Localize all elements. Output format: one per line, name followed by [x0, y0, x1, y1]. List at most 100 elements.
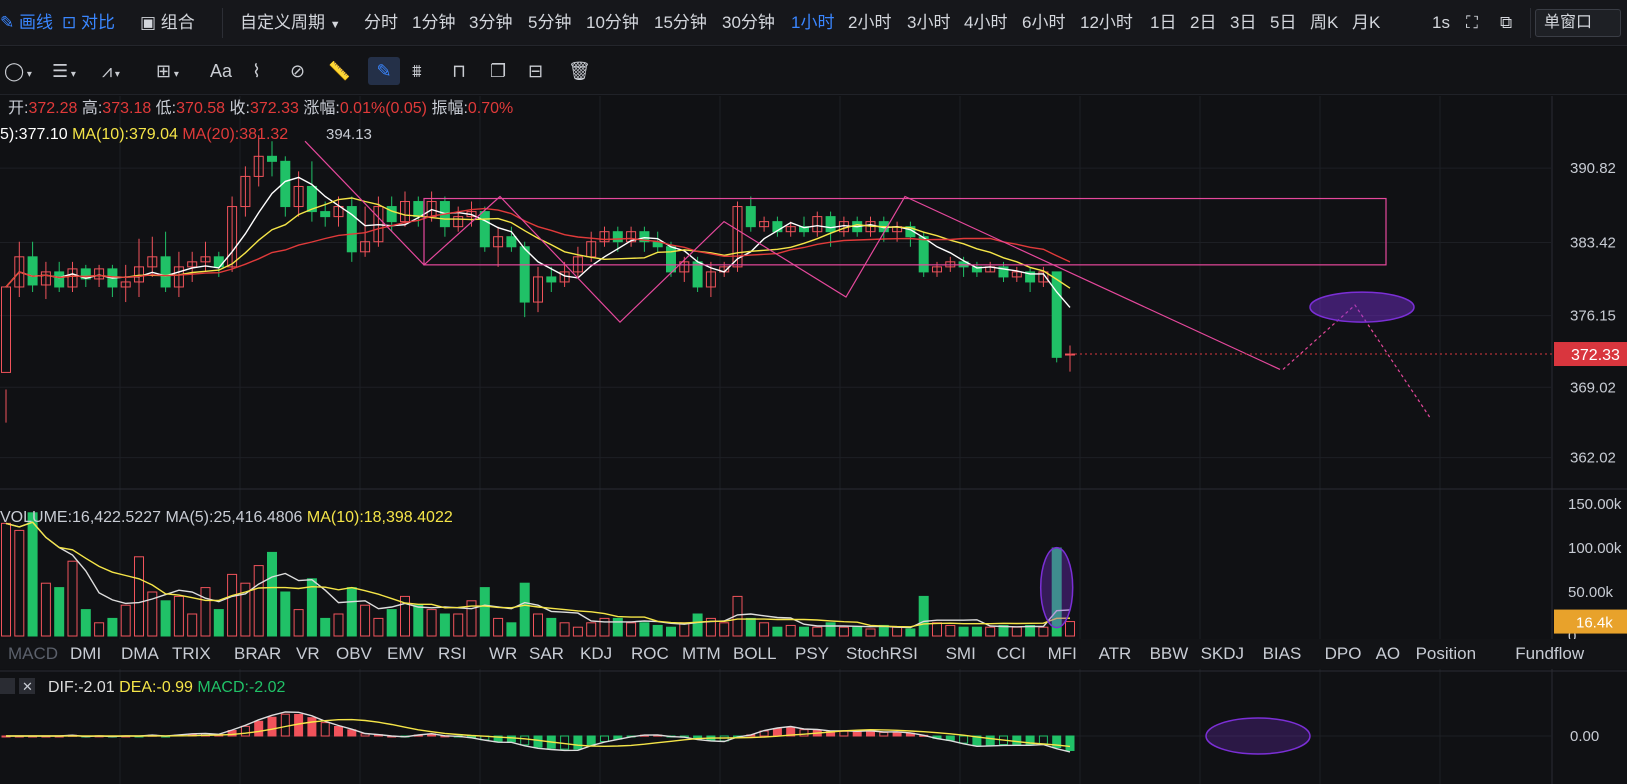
indicator-tab-skdj[interactable]: SKDJ: [1201, 644, 1244, 663]
candle-body: [506, 236, 517, 248]
text-tool-icon[interactable]: Aa: [210, 57, 232, 85]
lock-tool-icon[interactable]: ⊓: [452, 57, 466, 85]
window-mode-select[interactable]: 单窗口: [1535, 9, 1621, 37]
macd-legend: DIF:-2.01 DEA:-0.99 MACD:-2.02: [48, 679, 286, 696]
refresh-interval[interactable]: 1s: [1432, 10, 1450, 36]
custom-period-dropdown[interactable]: 自定义周期 ▼: [240, 10, 341, 36]
period-16[interactable]: 5日: [1270, 10, 1296, 36]
period-8[interactable]: 2小时: [848, 10, 891, 36]
eraser-tool-icon[interactable]: ⊘: [290, 57, 305, 85]
ruler-tool-icon[interactable]: 📏: [328, 57, 350, 85]
period-9[interactable]: 3小时: [907, 10, 950, 36]
period-7[interactable]: 1小时: [791, 10, 834, 36]
settings-tool-icon[interactable]: ⊟: [528, 57, 543, 85]
period-15[interactable]: 3日: [1230, 10, 1256, 36]
volume-bar: [745, 617, 756, 637]
indicator-tab-smi[interactable]: SMI: [946, 644, 976, 663]
volume-bar: [918, 595, 929, 637]
price-tick-label: 383.42: [1570, 235, 1616, 252]
period-0[interactable]: 分时: [364, 10, 398, 36]
indicator-tab-fundflow[interactable]: Fundflow: [1515, 644, 1585, 663]
close-icon-glyph: ✕: [22, 679, 33, 694]
period-10[interactable]: 4小时: [964, 10, 1007, 36]
volume-bar: [54, 587, 65, 637]
indicator-tab-atr[interactable]: ATR: [1099, 644, 1132, 663]
indicator-tab-psy[interactable]: PSY: [795, 644, 829, 663]
pattern-tool-icon[interactable]: ⩩: [412, 57, 422, 85]
compare-button[interactable]: ⊡ 对比: [62, 10, 115, 36]
indicator-tab-wr[interactable]: WR: [489, 644, 517, 663]
volume-bar: [612, 617, 623, 637]
draw-button[interactable]: ✎ 画线: [0, 10, 53, 36]
indicator-tab-mfi[interactable]: MFI: [1048, 644, 1077, 663]
trash-tool-icon[interactable]: 🗑: [568, 57, 591, 85]
volume-bar: [27, 512, 38, 637]
current-price-label: 372.33: [1571, 347, 1620, 364]
period-11[interactable]: 6小时: [1022, 10, 1065, 36]
indicator-tab-sar[interactable]: SAR: [529, 644, 564, 663]
indicator-tab-dpo[interactable]: DPO: [1325, 644, 1362, 663]
period-4[interactable]: 10分钟: [586, 10, 639, 36]
custom-period-label: 自定义周期: [240, 13, 325, 32]
indicator-tab-rsi[interactable]: RSI: [438, 644, 466, 663]
period-17[interactable]: 周K: [1310, 10, 1338, 36]
measure-tool-icon[interactable]: ⊞ ▾: [156, 57, 179, 85]
pencil-tool-icon[interactable]: ✎: [368, 57, 400, 85]
compare-label: 对比: [80, 13, 115, 32]
indicator-tab-vr[interactable]: VR: [296, 644, 320, 663]
indicator-tab-boll[interactable]: BOLL: [733, 644, 776, 663]
indicator-tab-brar[interactable]: BRAR: [234, 644, 281, 663]
indicator-tab-dmi[interactable]: DMI: [70, 644, 101, 663]
candle-body: [692, 261, 703, 288]
period-12[interactable]: 12小时: [1080, 10, 1133, 36]
macd-histogram-bar: [1065, 735, 1075, 751]
indicator-tab-trix[interactable]: TRIX: [172, 644, 211, 663]
indicator-tab-emv[interactable]: EMV: [387, 644, 425, 663]
macd-settings-icon[interactable]: [0, 678, 15, 694]
period-13[interactable]: 1日: [1150, 10, 1176, 36]
macd-histogram-bar: [533, 735, 543, 748]
copy-tool-icon[interactable]: ❐: [490, 57, 506, 85]
period-3[interactable]: 5分钟: [528, 10, 571, 36]
volume-bar: [652, 624, 663, 637]
indicator-tab-ao[interactable]: AO: [1376, 644, 1401, 663]
circle-tool-icon[interactable]: ◯ ▾: [4, 57, 32, 85]
indicator-tab-dma[interactable]: DMA: [121, 644, 159, 663]
period-1[interactable]: 1分钟: [412, 10, 455, 36]
macd-histogram-bar: [852, 731, 862, 737]
volume-bar: [280, 591, 291, 637]
candle-body: [346, 206, 357, 253]
volume-bar: [905, 628, 916, 637]
indicator-tab-kdj[interactable]: KDJ: [580, 644, 612, 663]
indicator-tab-obv[interactable]: OBV: [336, 644, 373, 663]
indicator-tab-roc[interactable]: ROC: [631, 644, 669, 663]
fullscreen-icon[interactable]: ⛶: [1466, 10, 1478, 36]
macd-histogram-bar: [892, 731, 902, 737]
indicator-tab-position[interactable]: Position: [1416, 644, 1476, 663]
combo-button[interactable]: ▣ 组合: [140, 10, 195, 36]
period-18[interactable]: 月K: [1352, 10, 1380, 36]
period-5[interactable]: 15分钟: [654, 10, 707, 36]
period-14[interactable]: 2日: [1190, 10, 1216, 36]
indicator-tab-bbw[interactable]: BBW: [1150, 644, 1189, 663]
period-6[interactable]: 30分钟: [722, 10, 775, 36]
highlight-ellipse: [1309, 291, 1415, 323]
popout-icon[interactable]: ⧉: [1500, 10, 1512, 36]
volume-bar: [413, 604, 424, 637]
indicator-tab-cci[interactable]: CCI: [997, 644, 1026, 663]
volume-tick-label: 150.00k: [1568, 496, 1622, 513]
indicator-tab-stochrsi[interactable]: StochRSI: [846, 644, 918, 663]
kline-chart[interactable]: 390.82 383.42 376.15 369.02 362.02 开:372.28 高…: [0, 96, 1627, 784]
indicator-tab-bias[interactable]: BIAS: [1263, 644, 1302, 663]
lines-tool-icon[interactable]: ☰ ▾: [52, 57, 76, 85]
macd-histogram-bar: [586, 735, 596, 746]
divider: [222, 8, 223, 38]
candle-body: [213, 256, 224, 268]
fib-tool-icon[interactable]: ⩘ ▾: [102, 57, 120, 85]
indicator-tab-mtm[interactable]: MTM: [682, 644, 721, 663]
brush-tool-icon[interactable]: ⌇: [252, 57, 261, 85]
volume-bar: [519, 582, 530, 637]
macd-histogram-bar: [866, 730, 875, 737]
period-2[interactable]: 3分钟: [469, 10, 512, 36]
indicator-tab-macd[interactable]: MACD: [8, 644, 58, 663]
